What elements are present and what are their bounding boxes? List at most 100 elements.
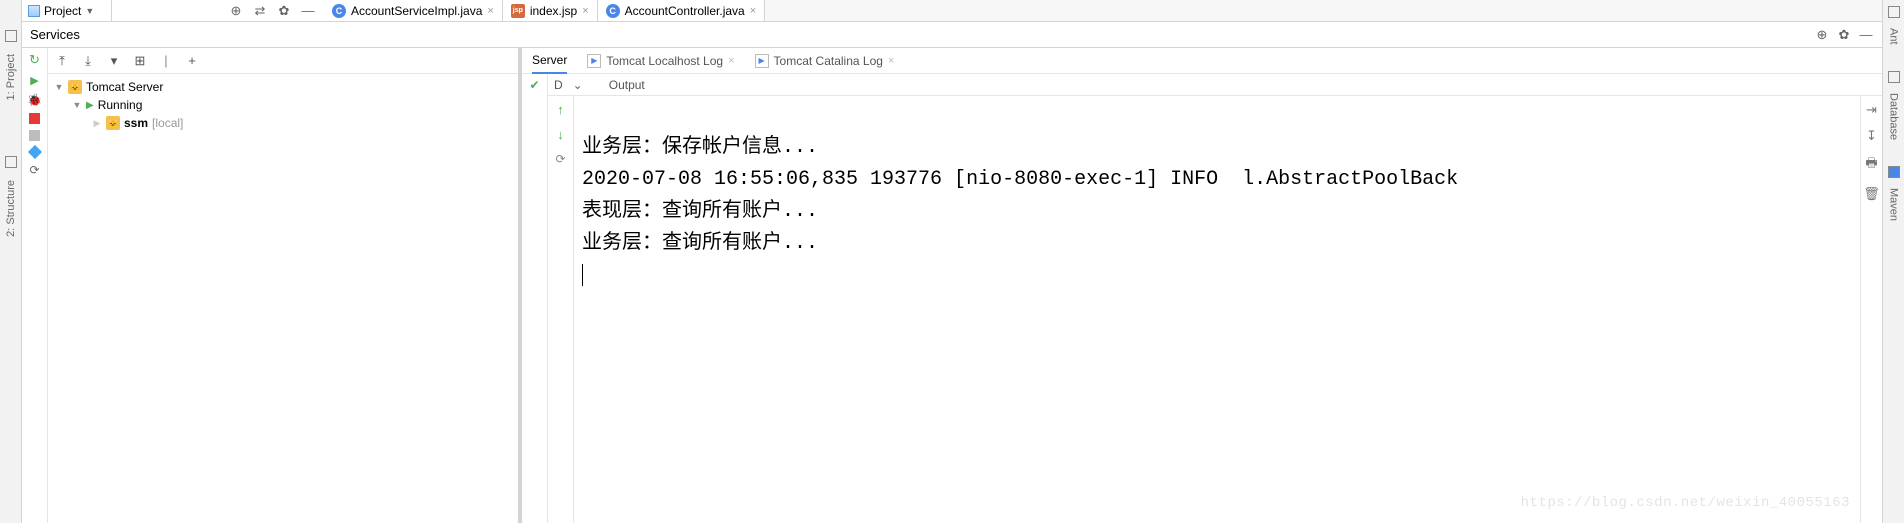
structure-tool-tab[interactable]: 2: Structure <box>5 176 17 241</box>
output-header: D ⌄ Output <box>548 74 1882 96</box>
node-label: Tomcat Server <box>86 80 163 94</box>
success-icon: ✔ <box>529 78 539 92</box>
running-icon: ▶ <box>86 100 94 111</box>
database-tool-icon[interactable] <box>1888 71 1900 83</box>
soft-wrap-icon[interactable]: ⇥ <box>1866 102 1877 118</box>
deploy-icon[interactable] <box>27 145 41 159</box>
java-class-icon: C <box>332 4 346 18</box>
project-dropdown[interactable]: Project ▼ <box>22 0 112 21</box>
console-line: 表现层：查询所有账户... <box>582 200 818 223</box>
layout-icon[interactable]: ⊞ <box>132 53 148 69</box>
tree-row-tomcat-server[interactable]: ▼ 🐱 Tomcat Server <box>48 78 518 96</box>
maven-tool-tab[interactable]: Maven <box>1888 184 1900 225</box>
clear-icon[interactable]: 🗑 <box>1863 186 1880 202</box>
down-arrow-icon[interactable]: ↓ <box>557 127 564 142</box>
project-toolbar: ⊕ ⇄ ✿ — <box>112 0 324 21</box>
dropdown-arrow-icon: ▼ <box>85 6 94 16</box>
hide-icon[interactable]: — <box>300 3 316 19</box>
log-icon: ▶ <box>755 54 769 68</box>
console-output[interactable]: 业务层：保存帐户信息... 2020-07-08 16:55:06,835 19… <box>574 96 1860 523</box>
project-label: Project <box>44 4 81 18</box>
locate-icon[interactable]: ⊕ <box>1814 27 1830 43</box>
expand-icon[interactable]: ⇄ <box>252 3 268 19</box>
watermark: https://blog.csdn.net/weixin_40055163 <box>1521 487 1850 519</box>
text-cursor <box>582 264 583 286</box>
up-arrow-icon[interactable]: ↑ <box>557 102 564 117</box>
close-icon[interactable]: × <box>750 5 756 17</box>
tree-row-running[interactable]: ▼ ▶ Running <box>48 96 518 114</box>
stop-icon[interactable] <box>29 113 40 124</box>
collapse-icon[interactable]: ▼ <box>72 100 82 110</box>
server-tabs: Server ▶ Tomcat Localhost Log × ▶ Tomcat… <box>522 48 1882 74</box>
tab-label: Tomcat Localhost Log <box>606 54 723 68</box>
tab-label: AccountController.java <box>625 4 745 18</box>
refresh-icon[interactable]: ⟳ <box>29 163 39 177</box>
print-icon[interactable]: 🖶 <box>1865 154 1877 176</box>
expand-up-icon[interactable]: ⤒ <box>54 53 70 69</box>
right-tool-gutter: Ant Database Maven <box>1882 0 1904 523</box>
left-tool-gutter: 1: Project 2: Structure <box>0 0 22 523</box>
editor-tab-account-controller[interactable]: C AccountController.java × <box>598 0 766 21</box>
database-tool-tab[interactable]: Database <box>1888 89 1900 144</box>
output-area: D ⌄ Output ↑ ↓ ⟳ 业务层：保存帐户信息... 2020-07-0… <box>548 74 1882 523</box>
tab-tomcat-localhost-log[interactable]: ▶ Tomcat Localhost Log × <box>587 48 734 73</box>
tab-tomcat-catalina-log[interactable]: ▶ Tomcat Catalina Log × <box>755 48 895 73</box>
collapse-icon[interactable]: ▼ <box>54 82 64 92</box>
editor-tab-index-jsp[interactable]: jsp index.jsp × <box>503 0 598 21</box>
services-tree-panel: ⤒ ⤓ ▾ ⊞ | + ▼ 🐱 Tomcat Server ▼ ▶ <box>48 48 518 523</box>
services-tree[interactable]: ▼ 🐱 Tomcat Server ▼ ▶ Running ▶ 🐱 ssm [l… <box>48 74 518 523</box>
close-icon[interactable]: × <box>728 55 734 67</box>
services-title: Services <box>30 27 80 42</box>
gear-icon[interactable]: ✿ <box>276 3 292 19</box>
chevron-down-icon[interactable]: ⌄ <box>573 78 583 92</box>
tomcat-icon: 🐱 <box>106 116 120 130</box>
ant-tool-tab[interactable]: Ant <box>1888 24 1900 49</box>
divider: | <box>158 53 174 69</box>
structure-tool-icon[interactable] <box>5 156 17 168</box>
tab-label: index.jsp <box>530 4 577 18</box>
tab-label: Tomcat Catalina Log <box>774 54 883 68</box>
services-run-column: ↻ ▶ 🐞 ⟳ <box>22 48 48 523</box>
tab-server[interactable]: Server <box>532 49 567 74</box>
gear-icon[interactable]: ✿ <box>1836 27 1852 43</box>
close-icon[interactable]: × <box>487 5 493 17</box>
app-name: ssm <box>124 116 148 130</box>
node-label: Running <box>98 98 143 112</box>
java-class-icon: C <box>606 4 620 18</box>
project-tool-icon[interactable] <box>5 30 17 42</box>
maven-tool-icon[interactable] <box>1888 166 1900 178</box>
ant-tool-icon[interactable] <box>1888 6 1900 18</box>
tab-label: AccountServiceImpl.java <box>351 4 482 18</box>
console-wrap: ↑ ↓ ⟳ 业务层：保存帐户信息... 2020-07-08 16:55:06,… <box>548 96 1882 523</box>
scroll-end-icon[interactable]: ↧ <box>1866 128 1877 144</box>
expand-icon[interactable]: ▶ <box>92 118 102 129</box>
console-line: 2020-07-08 16:55:06,835 193776 [nio-8080… <box>582 168 1458 191</box>
log-icon: ▶ <box>587 54 601 68</box>
add-icon[interactable]: + <box>184 53 200 69</box>
rerun-icon[interactable]: ↻ <box>27 52 43 68</box>
services-body: ↻ ▶ 🐞 ⟳ ⤒ ⤓ ▾ ⊞ | + ▼ <box>22 48 1882 523</box>
filter-icon[interactable]: ▾ <box>106 53 122 69</box>
server-body: ✔ D ⌄ Output ↑ ↓ ⟳ <box>522 74 1882 523</box>
locate-icon[interactable]: ⊕ <box>228 3 244 19</box>
tomcat-icon: 🐱 <box>68 80 82 94</box>
project-tool-tab[interactable]: 1: Project <box>5 50 17 104</box>
output-label: Output <box>609 78 645 92</box>
console-line: 业务层：保存帐户信息... <box>582 136 818 159</box>
run-icon[interactable]: ▶ <box>30 74 38 87</box>
top-bar: Project ▼ ⊕ ⇄ ✿ — C AccountServiceImpl.j… <box>22 0 1882 22</box>
hide-icon[interactable]: — <box>1858 27 1874 43</box>
close-icon[interactable]: × <box>582 5 588 17</box>
refresh-icon[interactable]: ⟳ <box>555 152 565 166</box>
console-right-column: ⇥ ↧ 🖶 🗑 <box>1860 96 1882 523</box>
console-line: 业务层：查询所有账户... <box>582 232 818 255</box>
debug-icon[interactable]: 🐞 <box>27 93 42 107</box>
expand-down-icon[interactable]: ⤓ <box>80 53 96 69</box>
output-status-column: ✔ <box>522 74 548 523</box>
editor-tab-account-service[interactable]: C AccountServiceImpl.java × <box>324 0 503 21</box>
close-icon[interactable]: × <box>888 55 894 67</box>
console-icon-column: ↑ ↓ ⟳ <box>548 96 574 523</box>
tree-row-ssm-app[interactable]: ▶ 🐱 ssm [local] <box>48 114 518 132</box>
debug-label: D <box>554 78 563 92</box>
stop-disabled-icon <box>29 130 40 141</box>
